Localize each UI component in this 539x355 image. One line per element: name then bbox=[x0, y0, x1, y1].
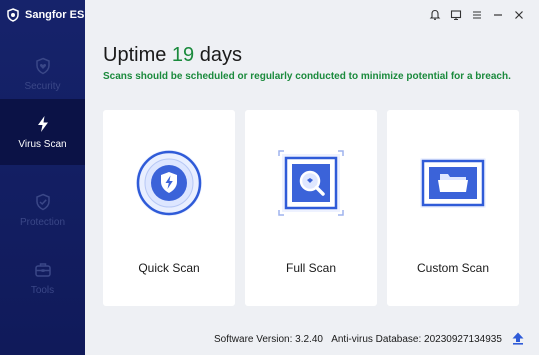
upload-arrow-icon[interactable] bbox=[511, 331, 525, 345]
sangfor-logo-icon bbox=[7, 8, 19, 22]
uptime-suffix: days bbox=[199, 44, 242, 66]
brand: Sangfor ES bbox=[6, 7, 84, 23]
full-scan-icon bbox=[278, 150, 344, 216]
quick-scan-icon bbox=[136, 150, 202, 216]
quick-scan-card[interactable]: Quick Scan bbox=[103, 110, 235, 306]
bell-icon[interactable] bbox=[429, 9, 441, 21]
app-name: Sangfor ES bbox=[25, 9, 85, 21]
custom-scan-card[interactable]: Custom Scan bbox=[387, 110, 519, 306]
sidebar-item-label: Virus Scan bbox=[18, 138, 67, 150]
sidebar-item-tools[interactable]: Tools bbox=[0, 245, 85, 311]
sidebar-item-label: Tools bbox=[30, 284, 55, 296]
shield-heart-icon bbox=[35, 57, 50, 74]
monitor-icon[interactable] bbox=[450, 9, 462, 21]
sidebar-item-label: Security bbox=[24, 80, 61, 92]
uptime-heading: Uptime 19 days bbox=[103, 44, 242, 67]
sidebar: Sangfor ES Security Virus Scan Protectio… bbox=[0, 0, 85, 355]
titlebar-controls bbox=[429, 9, 525, 21]
menu-icon[interactable] bbox=[471, 9, 483, 21]
toolbox-icon bbox=[34, 262, 51, 277]
sidebar-item-virus-scan[interactable]: Virus Scan bbox=[0, 99, 85, 165]
custom-scan-icon bbox=[420, 158, 486, 208]
antivirus-database: Anti-virus Database: 20230927134935 bbox=[331, 334, 502, 345]
minimize-icon[interactable] bbox=[492, 9, 504, 21]
full-scan-card[interactable]: Full Scan bbox=[245, 110, 377, 306]
sidebar-item-protection[interactable]: Protection bbox=[0, 177, 85, 243]
shield-check-icon bbox=[35, 193, 50, 210]
software-version: Software Version: 3.2.40 bbox=[214, 334, 323, 345]
main-panel: Uptime 19 days Scans should be scheduled… bbox=[85, 0, 539, 355]
quick-scan-label: Quick Scan bbox=[138, 261, 200, 275]
full-scan-label: Full Scan bbox=[285, 261, 337, 275]
footer-info: Software Version: 3.2.40 Anti-virus Data… bbox=[214, 334, 508, 345]
uptime-days: 19 bbox=[171, 44, 195, 66]
sidebar-item-security[interactable]: Security bbox=[0, 41, 85, 107]
lightning-icon bbox=[37, 115, 48, 132]
custom-scan-label: Custom Scan bbox=[416, 261, 490, 275]
close-icon[interactable] bbox=[513, 9, 525, 21]
uptime-prefix: Uptime bbox=[103, 44, 167, 66]
sidebar-item-label: Protection bbox=[19, 216, 66, 228]
scan-hint: Scans should be scheduled or regularly c… bbox=[103, 71, 511, 82]
